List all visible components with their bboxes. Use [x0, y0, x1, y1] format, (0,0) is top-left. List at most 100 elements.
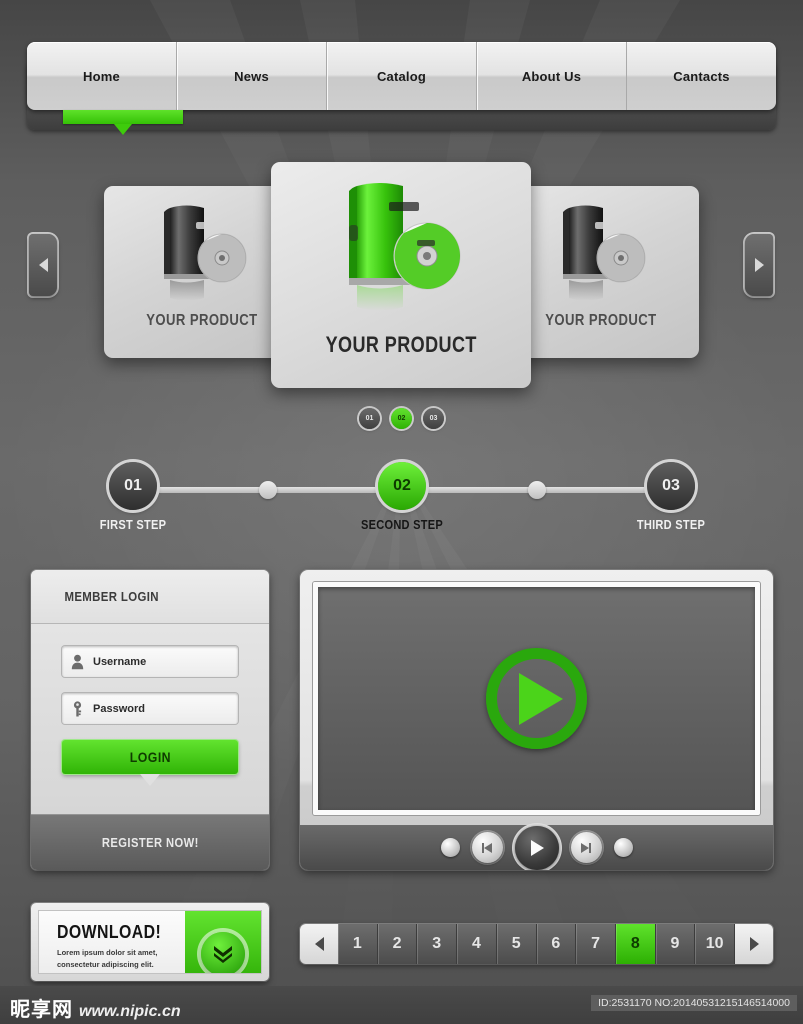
step-1[interactable]: 01 FIRST STEP: [58, 462, 208, 532]
step-number: 02: [393, 477, 411, 494]
page-button-7[interactable]: 7: [576, 924, 616, 964]
fast-forward-icon: [581, 842, 591, 853]
step-label: FIRST STEP: [99, 517, 167, 532]
video-play-button[interactable]: [514, 825, 559, 870]
footer-brand-url: www.nipic.cn: [79, 1003, 181, 1020]
password-field[interactable]: Password: [62, 693, 238, 724]
navbar: Home News Catalog About Us Cantacts: [27, 42, 776, 110]
password-value: Password: [93, 702, 145, 715]
key-icon: [73, 700, 82, 716]
video-control-dot-right[interactable]: [613, 838, 633, 857]
page-button-8-active[interactable]: 8: [615, 924, 656, 964]
rewind-icon: [482, 842, 492, 853]
carousel-prev-button[interactable]: [29, 234, 57, 296]
username-field[interactable]: Username: [62, 646, 238, 677]
video-forward-button[interactable]: [570, 832, 602, 863]
page-label: 6: [551, 935, 561, 952]
video-screen: [313, 582, 760, 815]
page-button-4[interactable]: 4: [457, 924, 497, 964]
download-ribbon: [185, 911, 261, 973]
main-navigation: Home News Catalog About Us Cantacts: [27, 42, 776, 135]
product-box-image-active: [321, 178, 481, 328]
nav-label: About Us: [521, 68, 582, 84]
download-banner-inner: DOWNLOAD! Lorem ipsum dolor sit amet, co…: [38, 910, 262, 974]
pagination-next-button[interactable]: [735, 924, 773, 964]
chevron-right-icon: [754, 258, 764, 272]
page-button-5[interactable]: 5: [496, 924, 537, 964]
video-rewind-button[interactable]: [471, 832, 503, 863]
page-label: 9: [670, 935, 680, 952]
step-progress: 01 FIRST STEP 02 SECOND STEP 03 THIRD ST…: [0, 462, 803, 542]
carousel-next-button[interactable]: [745, 234, 773, 296]
page-button-3[interactable]: 3: [417, 924, 458, 964]
double-chevron-down-icon: [214, 946, 232, 963]
chevron-right-icon: [749, 937, 759, 951]
page-label: 2: [392, 935, 402, 952]
register-now-link[interactable]: REGISTER NOW!: [31, 814, 269, 870]
nav-label: News: [234, 68, 269, 84]
step-circle-active[interactable]: 02: [378, 462, 426, 510]
login-button-label: LOGIN: [129, 749, 171, 765]
step-rail-node-1: [259, 481, 277, 499]
step-circle[interactable]: 03: [647, 462, 695, 510]
page-label: 1: [352, 935, 362, 952]
download-title: DOWNLOAD!: [57, 922, 162, 942]
step-circle[interactable]: 01: [109, 462, 157, 510]
video-control-dot-left[interactable]: [440, 838, 460, 857]
product-box-image: [142, 200, 262, 310]
page-button-1[interactable]: 1: [338, 924, 378, 964]
download-badge[interactable]: [201, 932, 245, 973]
nav-label: Cantacts: [673, 68, 730, 84]
footer: 昵享网 www.nipic.cn ID:2531170 NO:201405312…: [0, 986, 803, 1024]
carousel-dot-3[interactable]: 03: [423, 408, 444, 429]
step-rail-node-2: [528, 481, 546, 499]
pagination-prev-button[interactable]: [300, 924, 338, 964]
play-triangle-icon: [519, 672, 563, 725]
page-label: 10: [705, 935, 724, 952]
nav-label: Catalog: [376, 68, 427, 84]
dot-label: 01: [365, 415, 374, 422]
page-button-9[interactable]: 9: [655, 924, 696, 964]
nav-item-catalog[interactable]: Catalog: [327, 42, 477, 110]
video-controls-bar: [300, 825, 773, 870]
page-label: 7: [591, 935, 601, 952]
carousel-dot-1[interactable]: 01: [359, 408, 380, 429]
page-label: 3: [432, 935, 442, 952]
carousel-slide-center[interactable]: YOUR PRODUCT: [271, 162, 531, 388]
page-button-10[interactable]: 10: [695, 924, 736, 964]
step-label: SECOND STEP: [360, 517, 443, 532]
step-label: THIRD STEP: [636, 517, 706, 532]
page-label: 5: [511, 935, 521, 952]
login-button[interactable]: LOGIN: [62, 740, 238, 786]
member-login-panel: MEMBER LOGIN Username Password LOGIN REG…: [31, 570, 269, 870]
nav-item-cantacts[interactable]: Cantacts: [627, 42, 776, 110]
nav-item-home[interactable]: Home: [27, 42, 177, 110]
download-banner[interactable]: DOWNLOAD! Lorem ipsum dolor sit amet, co…: [31, 903, 269, 981]
chevron-left-icon: [38, 258, 48, 272]
step-3[interactable]: 03 THIRD STEP: [596, 462, 746, 532]
slide-caption: YOUR PRODUCT: [325, 332, 477, 357]
footer-brand-cn: 昵享网: [10, 997, 73, 1021]
register-label: REGISTER NOW!: [101, 835, 199, 850]
dot-label: 02: [397, 415, 406, 422]
login-form: Username Password LOGIN: [31, 624, 269, 814]
chevron-left-icon: [314, 937, 324, 951]
download-subtitle: Lorem ipsum dolor sit amet, consectetur …: [57, 948, 158, 969]
user-icon: [71, 654, 84, 669]
carousel-dot-2[interactable]: 02: [391, 408, 412, 429]
nav-active-indicator: [63, 110, 183, 135]
slide-caption: YOUR PRODUCT: [146, 312, 258, 329]
page-button-6[interactable]: 6: [536, 924, 577, 964]
nav-item-about-us[interactable]: About Us: [477, 42, 627, 110]
username-value: Username: [93, 655, 147, 668]
page-label: 4: [472, 935, 481, 952]
pagination: 1 2 3 4 5 6 7 8 9 10: [300, 924, 773, 964]
carousel-slide-right[interactable]: YOUR PRODUCT: [503, 186, 699, 358]
carousel-dots: 01 02 03: [0, 408, 803, 429]
video-play-overlay-button[interactable]: [486, 648, 587, 749]
login-title: MEMBER LOGIN: [64, 589, 159, 604]
footer-id-text: ID:2531170 NO:20140531215146514000: [591, 995, 797, 1011]
step-2[interactable]: 02 SECOND STEP: [327, 462, 477, 532]
nav-item-news[interactable]: News: [177, 42, 327, 110]
page-button-2[interactable]: 2: [377, 924, 418, 964]
